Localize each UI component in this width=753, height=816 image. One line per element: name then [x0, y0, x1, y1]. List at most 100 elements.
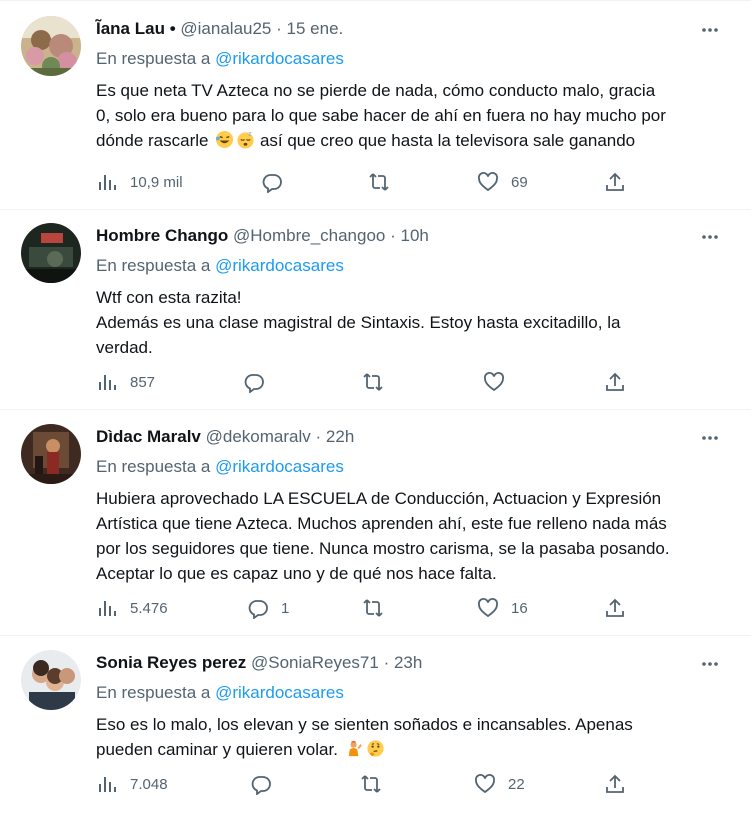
tweet-text: Es que neta TV Azteca no se pierde de na… — [96, 78, 736, 153]
retweet-button[interactable] — [360, 771, 394, 797]
views-icon — [99, 777, 116, 792]
tweet-line: Artística que tiene Azteca. Muchos apren… — [96, 514, 667, 533]
action-bar: 7.048 22 — [96, 771, 736, 797]
reply-icon — [244, 374, 264, 393]
separator-dot: · — [276, 19, 282, 38]
views-button[interactable]: 857 — [96, 369, 155, 395]
author-name-suffix: • — [169, 19, 176, 38]
like-button[interactable]: 16 — [477, 595, 528, 621]
author-handle[interactable]: @ianalau25 — [180, 19, 271, 38]
reply-prefix: En respuesta a — [96, 683, 216, 702]
like-button[interactable]: 69 — [477, 169, 528, 195]
share-icon — [606, 598, 624, 617]
author-handle[interactable]: @SoniaReyes71 — [251, 653, 379, 672]
reply-button[interactable] — [261, 169, 295, 195]
reply-mention-link[interactable]: @rikardocasares — [215, 457, 344, 476]
separator-dot: · — [390, 226, 396, 245]
like-button[interactable] — [483, 369, 517, 395]
person-climbing-emoji — [348, 740, 362, 757]
share-button[interactable] — [604, 771, 626, 797]
avatar[interactable] — [21, 223, 81, 283]
reply-mention-link[interactable]: @rikardocasares — [215, 49, 344, 68]
avatar[interactable] — [21, 424, 81, 484]
reply-mention-link[interactable]: @rikardocasares — [215, 256, 344, 275]
retweet-button[interactable] — [368, 169, 402, 195]
tweet-line: Aceptar lo que es capaz uno y de qué nos… — [96, 564, 497, 583]
separator-dot: · — [315, 427, 322, 446]
tweet-line: Es que neta TV Azteca no se pierde de na… — [96, 81, 656, 100]
reply-feed: Ĩana Lau • @ianalau25 · 15 ene. En respu… — [0, 0, 753, 816]
action-bar: 10,9 mil 69 — [96, 169, 736, 195]
reply-icon — [251, 776, 271, 795]
timestamp[interactable]: 15 ene. — [287, 19, 344, 38]
retweet-icon — [363, 599, 383, 617]
tweet-line-text: pueden caminar y quieren volar. — [96, 740, 338, 759]
views-icon — [99, 175, 116, 190]
like-count: 69 — [511, 173, 528, 191]
reply-prefix: En respuesta a — [96, 256, 216, 275]
tweet-line-text: así que creo que hasta la televisora sal… — [259, 131, 636, 150]
share-button[interactable] — [604, 595, 626, 621]
reply-button[interactable] — [250, 771, 284, 797]
tweet-text: Eso es lo malo, los elevan y se sienten … — [96, 712, 736, 762]
tweet-card[interactable]: Dìdac Maralv @dekomaralv · 22h En respue… — [0, 409, 751, 636]
views-icon — [99, 601, 116, 616]
reply-button[interactable] — [243, 369, 277, 395]
tweet-text: Hubiera aprovechado LA ESCUELA de Conduc… — [96, 486, 736, 586]
reply-context: En respuesta a @rikardocasares — [96, 683, 344, 703]
views-button[interactable]: 10,9 mil — [96, 169, 183, 195]
author-name[interactable]: Hombre Chango — [96, 226, 228, 245]
share-icon — [606, 372, 624, 391]
svg-text:z: z — [249, 132, 252, 138]
share-button[interactable] — [604, 169, 626, 195]
heart-icon — [478, 172, 498, 192]
author-name[interactable]: Ĩana Lau — [96, 19, 165, 38]
avatar[interactable] — [21, 650, 81, 710]
tweet-card[interactable]: Hombre Chango @Hombre_changoo · 10h En r… — [0, 208, 751, 410]
reply-button[interactable]: 1 — [247, 595, 289, 621]
more-icon — [702, 28, 718, 32]
more-options-button[interactable] — [693, 647, 727, 681]
timestamp[interactable]: 10h — [401, 226, 429, 245]
reply-icon — [262, 174, 282, 193]
tweet-line: 0, solo era bueno para lo que sabe hacer… — [96, 106, 666, 125]
author-name[interactable]: Dìdac Maralv — [96, 427, 201, 446]
share-button[interactable] — [604, 369, 626, 395]
retweet-button[interactable] — [362, 595, 396, 621]
action-bar: 857 — [96, 369, 736, 395]
timestamp[interactable]: 23h — [394, 653, 422, 672]
more-options-button[interactable] — [693, 13, 727, 47]
retweet-button[interactable] — [362, 369, 396, 395]
views-icon — [99, 375, 116, 390]
separator-dot: · — [383, 653, 390, 672]
reply-prefix: En respuesta a — [96, 49, 216, 68]
tweet-line: dónde rascarle z así que creo que hasta … — [96, 128, 736, 153]
views-button[interactable]: 5.476 — [96, 595, 168, 621]
retweet-icon — [363, 373, 383, 391]
views-count: 10,9 mil — [130, 173, 183, 191]
tweet-line: Eso es lo malo, los elevan y se sienten … — [96, 715, 633, 734]
like-count: 22 — [508, 775, 525, 793]
tweet-line: Wtf con esta razita! — [96, 288, 242, 307]
author-handle[interactable]: @dekomaralv — [206, 427, 311, 446]
author-name[interactable]: Sonia Reyes perez — [96, 653, 246, 672]
like-button[interactable]: 22 — [474, 771, 525, 797]
tweet-card[interactable]: Ĩana Lau • @ianalau25 · 15 ene. En respu… — [0, 0, 751, 210]
tweet-line: pueden caminar y quieren volar. — [96, 737, 736, 762]
retweet-icon — [369, 173, 389, 191]
tweet-card[interactable]: Sonia Reyes perez @SoniaReyes71 · 23h En… — [0, 635, 751, 816]
tweet-line: Además es una clase magistral de Sintaxi… — [96, 313, 621, 332]
timestamp[interactable]: 22h — [326, 427, 354, 446]
views-button[interactable]: 7.048 — [96, 771, 168, 797]
more-options-button[interactable] — [693, 220, 727, 254]
more-icon — [702, 662, 718, 666]
tweet-header: Dìdac Maralv @dekomaralv · 22h — [96, 427, 731, 451]
more-options-button[interactable] — [693, 421, 727, 455]
share-icon — [606, 774, 624, 793]
avatar[interactable] — [21, 16, 81, 76]
reply-mention-link[interactable]: @rikardocasares — [215, 683, 344, 702]
tweet-text: Wtf con esta razita! Además es una clase… — [96, 285, 736, 360]
author-handle[interactable]: @Hombre_changoo — [233, 226, 385, 245]
reply-context: En respuesta a @rikardocasares — [96, 256, 344, 276]
views-count: 857 — [130, 373, 156, 391]
